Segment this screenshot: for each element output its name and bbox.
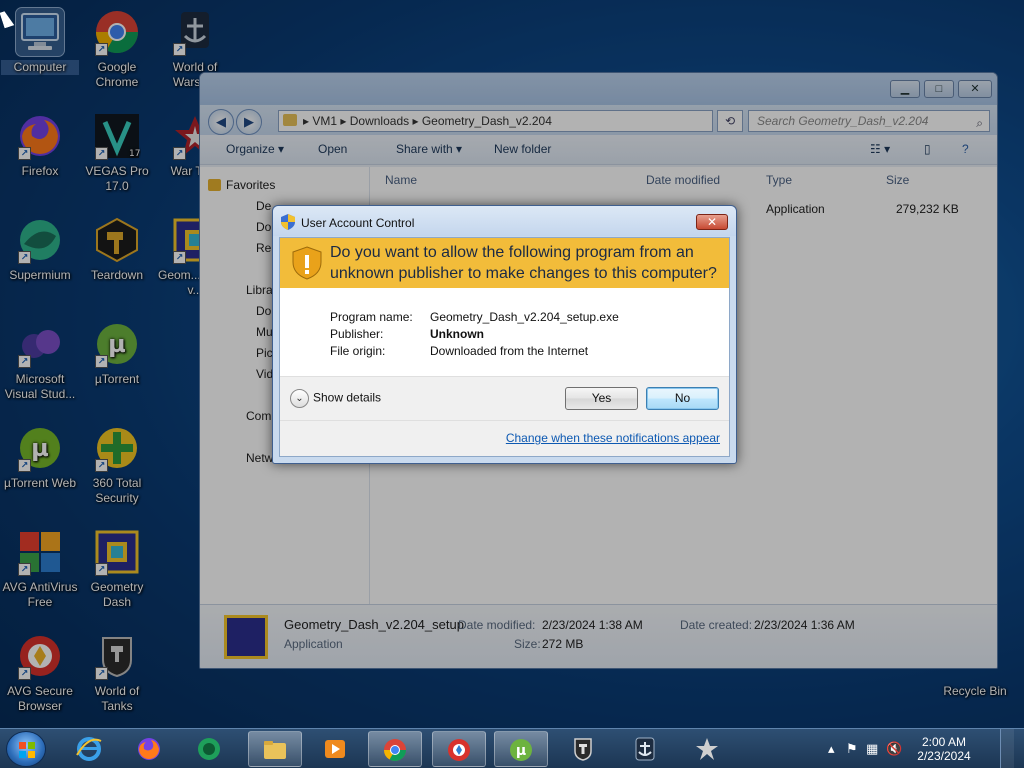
show-details-toggle[interactable]: ⌄ Show details	[290, 389, 381, 408]
taskbar-media-player[interactable]	[308, 731, 362, 767]
internet-explorer-icon	[76, 737, 102, 761]
war-thunder-icon	[696, 738, 718, 760]
taskbar-chrome[interactable]	[368, 731, 422, 767]
uac-title-bar[interactable]: User Account Control ✕	[273, 206, 736, 236]
taskbar-utorrent[interactable]: µ	[494, 731, 548, 767]
action-center-flag-icon[interactable]: ⚑	[846, 741, 858, 757]
network-icon[interactable]: ▦	[866, 741, 878, 757]
no-button[interactable]: No	[646, 387, 719, 410]
taskbar-world-of-warships[interactable]	[618, 731, 672, 767]
volume-muted-icon[interactable]: 🔇	[886, 741, 902, 757]
uac-question: Do you want to allow the following progr…	[330, 244, 717, 282]
utorrent-icon: µ	[510, 739, 532, 761]
taskbar-firefox[interactable]	[122, 731, 176, 767]
windows-logo-icon	[19, 742, 35, 758]
change-notifications-link[interactable]: Change when these notifications appear	[506, 431, 720, 445]
uac-actions-bar: ⌄ Show details Yes No	[280, 376, 729, 420]
show-desktop-button[interactable]	[1000, 729, 1014, 768]
uac-footer: Change when these notifications appear	[280, 420, 729, 456]
taskbar-windows-explorer[interactable]	[248, 731, 302, 767]
uac-program-info: Program name: Geometry_Dash_v2.204_setup…	[280, 288, 729, 376]
uac-title: User Account Control	[301, 216, 415, 230]
yes-button[interactable]: Yes	[565, 387, 638, 410]
uac-shield-icon	[281, 214, 295, 230]
publisher-value: Unknown	[430, 327, 484, 341]
publisher-label: Publisher:	[330, 327, 384, 341]
uac-warning-banner: Do you want to allow the following progr…	[280, 238, 729, 288]
show-hidden-icons-chevron-icon[interactable]: ▴	[828, 741, 835, 757]
program-name-label: Program name:	[330, 310, 413, 324]
close-button[interactable]: ✕	[696, 214, 728, 230]
system-tray: ▴ ⚑ ▦ 🔇 2:00 AM 2/23/2024	[824, 729, 1014, 768]
media-player-icon	[325, 740, 345, 758]
clock-date: 2/23/2024	[917, 749, 971, 763]
warships-anchor-icon	[635, 737, 655, 761]
clock-time: 2:00 AM	[921, 735, 967, 749]
folder-icon	[264, 741, 286, 759]
file-origin-label: File origin:	[330, 344, 386, 358]
svg-text:µ: µ	[516, 743, 526, 759]
world-of-tanks-icon	[574, 738, 592, 761]
clock[interactable]: 2:00 AM 2/23/2024	[914, 735, 974, 763]
warning-shield-icon	[292, 246, 322, 280]
uac-dialog: User Account Control ✕ Do you want to al…	[272, 205, 737, 464]
program-name-value: Geometry_Dash_v2.204_setup.exe	[430, 310, 619, 324]
file-origin-value: Downloaded from the Internet	[430, 344, 589, 358]
taskbar: µ ▴ ⚑ ▦ 🔇 2:00 AM 2/23/2024	[0, 728, 1024, 768]
chrome-icon	[384, 739, 406, 761]
start-button[interactable]	[6, 731, 46, 767]
show-details-label: Show details	[313, 390, 382, 405]
taskbar-internet-explorer[interactable]	[62, 731, 116, 767]
taskbar-world-of-tanks[interactable]	[556, 731, 610, 767]
avg-secure-browser-icon	[448, 739, 470, 761]
firefox-icon	[138, 738, 160, 760]
taskbar-war-thunder[interactable]	[680, 731, 734, 767]
taskbar-avg-secure-browser[interactable]	[432, 731, 486, 767]
chevron-down-icon: ⌄	[290, 389, 309, 408]
taskbar-green-app[interactable]	[182, 731, 236, 767]
green-app-icon	[198, 738, 220, 760]
uac-content: Do you want to allow the following progr…	[279, 237, 730, 457]
